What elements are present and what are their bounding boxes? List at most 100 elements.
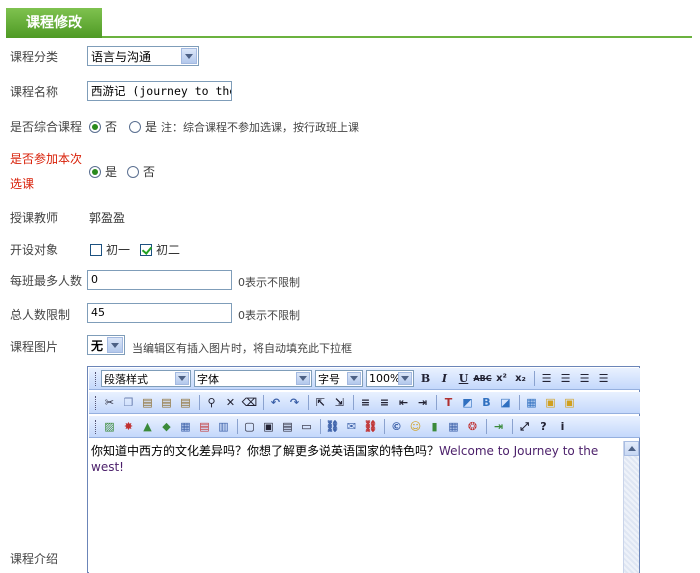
- toolbar-grip: [95, 419, 97, 434]
- teacher-label: 授课教师: [10, 211, 59, 225]
- cut-icon[interactable]: ✂: [101, 394, 118, 411]
- total-limit-label: 总人数限制: [10, 308, 71, 322]
- subscript-icon[interactable]: x₂: [512, 370, 529, 387]
- format-painter-icon[interactable]: B: [478, 394, 495, 411]
- copy-icon[interactable]: ❐: [120, 394, 137, 411]
- numbered-list-icon[interactable]: ≡: [357, 394, 374, 411]
- chevron-down-icon[interactable]: [347, 372, 361, 385]
- link-icon[interactable]: ⛓: [324, 418, 341, 435]
- superscript-icon[interactable]: x²: [493, 370, 510, 387]
- outdent-icon[interactable]: ⇤: [395, 394, 412, 411]
- eraser-icon[interactable]: ⌫: [241, 394, 258, 411]
- image-icon[interactable]: ▨: [101, 418, 118, 435]
- page-break-icon[interactable]: ⇥: [490, 418, 507, 435]
- editor-toolbar-3: ▨ ✸ ▲ ◆ ▦ ▤ ▥ ▢ ▣ ▤ ▭ ⛓ ✉ ⛓ © ☺ ▮ ▦ ❂ ⇥ …: [89, 416, 640, 438]
- grade2-label: 初二: [156, 243, 181, 257]
- emoticon-icon[interactable]: ☺: [407, 418, 424, 435]
- zoom-select[interactable]: 100%: [366, 370, 414, 387]
- deselect-icon[interactable]: ⇲: [331, 394, 348, 411]
- toolbar-grip: [95, 371, 97, 386]
- category-select[interactable]: 语言与沟通: [87, 46, 199, 66]
- page-title: 课程修改: [6, 8, 102, 38]
- hr-icon[interactable]: ▤: [196, 418, 213, 435]
- rich-text-editor: 段落样式 字体 字号 100% B I U ABC x² x₂ ☰ ☰ ☰ ☰ …: [87, 366, 640, 573]
- symbol-icon[interactable]: ❂: [464, 418, 481, 435]
- paste-text-icon[interactable]: ▤: [158, 394, 175, 411]
- insert-table-icon[interactable]: ▦: [177, 418, 194, 435]
- chevron-down-icon[interactable]: [107, 337, 123, 353]
- editor-scrollbar[interactable]: [623, 441, 639, 573]
- bg-color-icon[interactable]: ◩: [459, 394, 476, 411]
- indent-icon[interactable]: ⇥: [414, 394, 431, 411]
- max-per-class-label: 每班最多人数: [10, 274, 83, 288]
- bullet-list-icon[interactable]: ≡: [376, 394, 393, 411]
- chevron-down-icon[interactable]: [181, 48, 197, 64]
- iframe-icon[interactable]: ▢: [241, 418, 258, 435]
- date-icon[interactable]: ▦: [445, 418, 462, 435]
- select-all-icon[interactable]: ⇱: [312, 394, 329, 411]
- comprehensive-label: 是否综合课程: [10, 120, 83, 134]
- font-size-select[interactable]: 字号: [315, 370, 363, 387]
- grade1-checkbox[interactable]: [90, 243, 102, 256]
- unlink-icon[interactable]: ⛓: [362, 418, 379, 435]
- special-char-icon[interactable]: ©: [388, 418, 405, 435]
- max-per-class-input[interactable]: 0: [87, 270, 232, 290]
- participate-yes-radio[interactable]: [89, 165, 101, 178]
- maximize-icon[interactable]: ⤢: [516, 418, 533, 435]
- chevron-down-icon[interactable]: [398, 372, 412, 385]
- participate-yes-label: 是: [105, 165, 118, 179]
- comprehensive-yes-radio[interactable]: [129, 120, 142, 133]
- image-select[interactable]: 无: [87, 335, 125, 355]
- find-icon[interactable]: ⚲: [203, 394, 220, 411]
- anchor-icon[interactable]: ◆: [158, 418, 175, 435]
- grade2-checkbox[interactable]: [140, 243, 153, 256]
- italic-icon[interactable]: I: [436, 370, 453, 387]
- highlight-icon[interactable]: ▣: [542, 394, 559, 411]
- table-icon[interactable]: ▦: [523, 394, 540, 411]
- comprehensive-no-radio[interactable]: [89, 120, 101, 133]
- strikethrough-icon[interactable]: ABC: [473, 370, 491, 387]
- participate-no-radio[interactable]: [127, 165, 140, 178]
- redo-icon[interactable]: ↷: [286, 394, 303, 411]
- text-color-icon[interactable]: T: [440, 394, 457, 411]
- marquee-icon[interactable]: ▥: [215, 418, 232, 435]
- email-icon[interactable]: ✉: [343, 418, 360, 435]
- target-options: 初一 初二: [90, 241, 180, 258]
- chevron-down-icon[interactable]: [296, 372, 310, 385]
- remove-format-icon[interactable]: ◪: [497, 394, 514, 411]
- flash-icon[interactable]: ✸: [120, 418, 137, 435]
- bold-icon[interactable]: B: [417, 370, 434, 387]
- toolbar-grip: [95, 395, 97, 410]
- align-center-icon[interactable]: ☰: [557, 370, 574, 387]
- underline-icon[interactable]: U: [455, 370, 472, 387]
- align-right-icon[interactable]: ☰: [576, 370, 593, 387]
- editor-content[interactable]: 你知道中西方的文化差异吗？你想了解更多说英语国家的特色吗？Welcome to …: [89, 441, 628, 573]
- toolbar-separator: [436, 395, 437, 410]
- undo-icon[interactable]: ↶: [267, 394, 284, 411]
- delete-icon[interactable]: ✕: [222, 394, 239, 411]
- form-icon[interactable]: ▤: [279, 418, 296, 435]
- toolbar-separator: [308, 395, 309, 410]
- scroll-up-icon[interactable]: [624, 441, 639, 456]
- align-left-icon[interactable]: ☰: [538, 370, 555, 387]
- total-limit-input[interactable]: 45: [87, 303, 232, 323]
- align-justify-icon[interactable]: ☰: [595, 370, 612, 387]
- chevron-down-icon[interactable]: [175, 372, 189, 385]
- paste-word-icon[interactable]: ▤: [177, 394, 194, 411]
- target-label: 开设对象: [10, 243, 59, 257]
- font-select[interactable]: 字体: [194, 370, 312, 387]
- layer-icon[interactable]: ▣: [561, 394, 578, 411]
- chart-icon[interactable]: ▮: [426, 418, 443, 435]
- info-icon[interactable]: i: [554, 418, 571, 435]
- participate-options: 是 否: [89, 163, 155, 180]
- paragraph-style-select[interactable]: 段落样式: [101, 370, 191, 387]
- course-name-input[interactable]: 西游记 (journey to the: [87, 81, 232, 101]
- paste-icon[interactable]: ▤: [139, 394, 156, 411]
- editor-toolbar-1: 段落样式 字体 字号 100% B I U ABC x² x₂ ☰ ☰ ☰ ☰: [89, 368, 640, 390]
- participate-label-line1: 是否参加本次: [10, 152, 83, 166]
- comprehensive-yes-label: 是: [145, 120, 158, 134]
- input-icon[interactable]: ▭: [298, 418, 315, 435]
- help-icon[interactable]: ?: [535, 418, 552, 435]
- media-icon[interactable]: ▲: [139, 418, 156, 435]
- template-icon[interactable]: ▣: [260, 418, 277, 435]
